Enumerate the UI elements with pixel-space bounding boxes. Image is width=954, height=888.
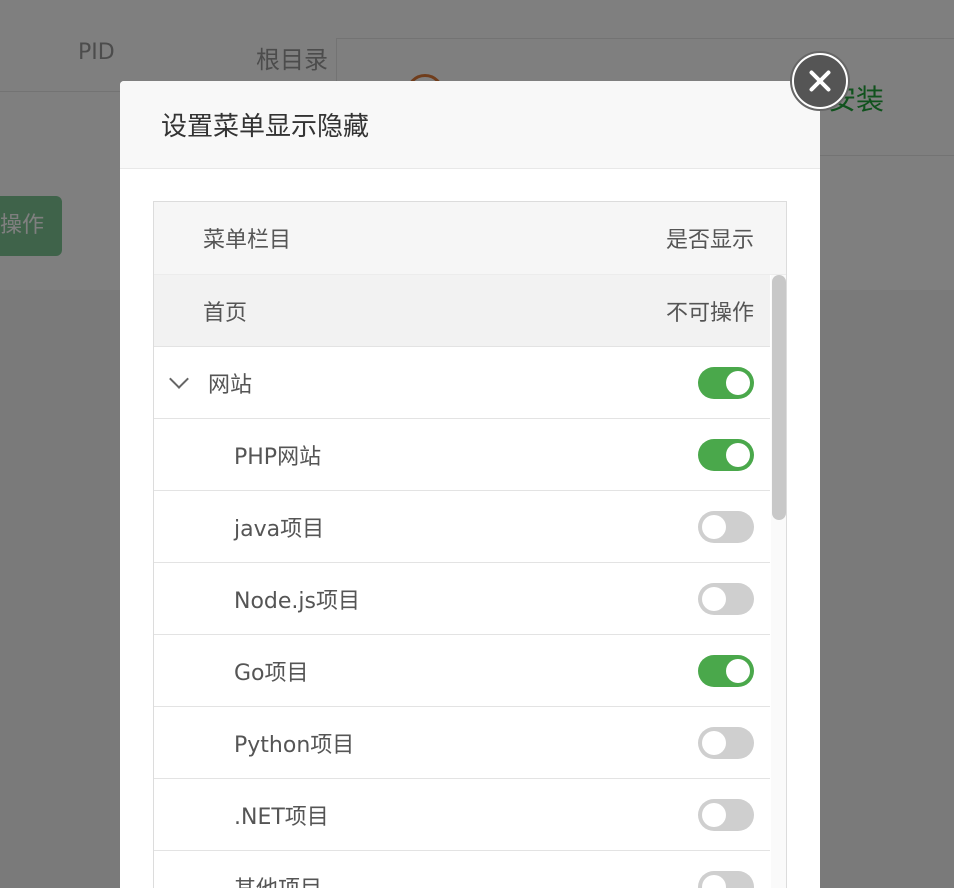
scrollbar[interactable] (771, 275, 786, 888)
toggle-knob (702, 802, 726, 827)
table-header: 菜单栏目 是否显示 (154, 202, 786, 275)
row-label: Go项目 (234, 660, 309, 686)
toggle-knob (702, 874, 726, 888)
close-button[interactable] (790, 51, 850, 111)
table-row: Node.js项目 (154, 563, 770, 635)
table-row: java项目 (154, 491, 770, 563)
visibility-toggle[interactable] (698, 726, 754, 759)
header-show-column: 是否显示 (665, 228, 754, 253)
visibility-toggle[interactable] (698, 654, 754, 687)
table-row: PHP网站 (154, 419, 770, 491)
visibility-toggle[interactable] (698, 510, 754, 543)
close-icon (794, 55, 846, 107)
toggle-knob (726, 658, 750, 683)
row-label: 其他项目 (234, 871, 322, 888)
row-label: Python项目 (234, 732, 355, 758)
table-row: 其他项目 (154, 851, 770, 888)
table-row-home: 首页 不可操作 (154, 275, 770, 347)
toggle-knob (702, 730, 726, 755)
dialog-header: 设置菜单显示隐藏 (120, 81, 820, 169)
row-label: Node.js项目 (234, 588, 360, 614)
row-label: 首页 (203, 300, 248, 326)
chevron-down-icon[interactable] (169, 368, 189, 389)
menu-visibility-dialog: 设置菜单显示隐藏 菜单栏目 是否显示 首页 不可操作 网站 PHP网站 java… (120, 81, 820, 888)
visibility-toggle[interactable] (698, 870, 754, 888)
visibility-toggle[interactable] (698, 582, 754, 615)
table-row-website: 网站 (154, 347, 770, 419)
row-label: 网站 (208, 372, 253, 398)
visibility-toggle[interactable] (698, 798, 754, 831)
row-label: java项目 (234, 516, 325, 542)
scrollbar-thumb[interactable] (772, 275, 786, 520)
visibility-toggle[interactable] (698, 438, 754, 471)
dialog-title: 设置菜单显示隐藏 (161, 112, 370, 142)
row-status: 不可操作 (665, 300, 754, 326)
toggle-knob (726, 442, 750, 467)
row-label: .NET项目 (234, 804, 329, 830)
toggle-knob (702, 586, 726, 611)
toggle-knob (702, 514, 726, 539)
row-label: PHP网站 (234, 444, 322, 470)
table-row: .NET项目 (154, 779, 770, 851)
table-row: Go项目 (154, 635, 770, 707)
header-menu-column: 菜单栏目 (203, 228, 292, 253)
table-row: Python项目 (154, 707, 770, 779)
menu-table: 菜单栏目 是否显示 首页 不可操作 网站 PHP网站 java项目 Node.j… (153, 201, 787, 888)
toggle-knob (726, 370, 750, 395)
visibility-toggle[interactable] (698, 366, 754, 399)
table-body: 首页 不可操作 网站 PHP网站 java项目 Node.js项目 Go项目 P… (154, 275, 770, 888)
